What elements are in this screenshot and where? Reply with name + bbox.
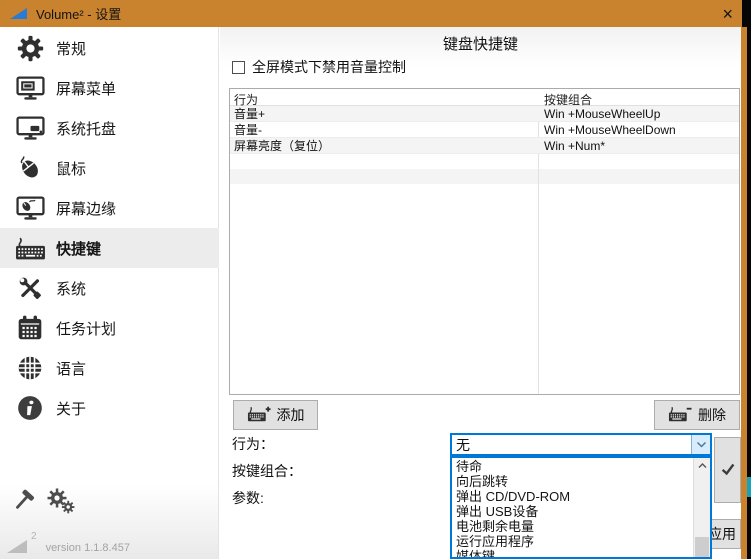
parameter-label: 参数: [232, 488, 264, 508]
table-row[interactable]: 音量+ Win +MouseWheelUp [230, 106, 739, 122]
checkbox-box[interactable] [232, 61, 245, 74]
sidebar-item-hotkeys[interactable]: 快捷键 [0, 228, 219, 268]
sidebar-item-label: 常规 [56, 38, 86, 59]
calendar-icon [13, 314, 47, 342]
sidebar-item-about[interactable]: 关于 [0, 388, 219, 428]
chevron-down-icon[interactable] [691, 435, 710, 454]
screen-menu-icon [13, 75, 47, 102]
table-row[interactable]: 音量- Win +MouseWheelDown [230, 122, 739, 138]
page-title: 键盘快捷键 [220, 33, 741, 54]
screen-edge-icon [13, 195, 47, 222]
action-combobox[interactable]: 无 [450, 433, 712, 456]
fullscreen-disable-checkbox[interactable]: 全屏模式下禁用音量控制 [232, 57, 406, 77]
gear-icon [13, 34, 47, 63]
sidebar-item-label: 快捷键 [56, 238, 101, 259]
version-text: version 1.1.8.457 [46, 542, 130, 554]
delete-button-label: 删除 [698, 405, 726, 425]
add-hotkey-button[interactable]: 添加 [233, 400, 318, 430]
sidebar-item-label: 屏幕菜单 [56, 78, 116, 99]
system-tray-icon [13, 115, 47, 142]
table-row[interactable]: 屏幕亮度（复位） Win +Num* [230, 138, 739, 154]
volume-logo-icon [7, 540, 27, 553]
keyboard-plus-icon [247, 406, 271, 425]
hotkeys-table[interactable]: 行为 按键组合 音量+ Win +MouseWheelUp 音量- Win +M… [229, 88, 740, 395]
close-icon[interactable]: × [722, 5, 733, 23]
sidebar-item-label: 鼠标 [56, 158, 86, 179]
sidebar-item-label: 系统托盘 [56, 118, 116, 139]
key-combo-label: 按键组合： [232, 461, 302, 481]
gears-icon[interactable] [46, 487, 76, 520]
sidebar-item-screen-menu[interactable]: 屏幕菜单 [0, 68, 219, 108]
combobox-value: 无 [452, 435, 691, 454]
sidebar-item-label: 屏幕边缘 [56, 198, 116, 219]
table-header: 行为 按键组合 [230, 89, 739, 106]
sidebar-tools [10, 487, 76, 520]
sidebar-footer: 2 version 1.1.8.457 [7, 540, 130, 553]
sidebar-item-label: 语言 [56, 358, 86, 379]
info-icon [13, 394, 47, 422]
keyboard-minus-icon [668, 406, 692, 425]
action-label: 行为： [232, 434, 274, 454]
checkbox-label: 全屏模式下禁用音量控制 [252, 57, 406, 77]
dropdown-scrollbar[interactable] [693, 458, 710, 557]
logo-exponent: 2 [31, 531, 37, 542]
sidebar-item-system[interactable]: 系统 [0, 268, 219, 308]
hotkeys-panel: 键盘快捷键 全屏模式下禁用音量控制 行为 按键组合 音量+ Win +Mouse… [220, 27, 741, 559]
settings-window: Volume² - 设置 × 常规 屏幕菜单 系统托盘 [0, 0, 747, 559]
action-dropdown-list[interactable]: 待命 向后跳转 弹出 CD/DVD-ROM 弹出 USB设备 电池剩余电量 运行… [450, 456, 712, 559]
checkmark-icon [719, 460, 737, 481]
window-title: Volume² - 设置 [36, 4, 121, 23]
sidebar-item-label: 系统 [56, 278, 86, 299]
sidebar-item-language[interactable]: 语言 [0, 348, 219, 388]
titlebar: Volume² - 设置 × [0, 0, 742, 27]
sidebar-item-mouse[interactable]: 鼠标 [0, 148, 219, 188]
sidebar-item-label: 任务计划 [56, 318, 116, 339]
add-button-label: 添加 [277, 405, 305, 425]
scroll-up-icon[interactable] [694, 458, 710, 473]
delete-hotkey-button[interactable]: 删除 [654, 400, 740, 430]
sidebar-item-system-tray[interactable]: 系统托盘 [0, 108, 219, 148]
sidebar-item-label: 关于 [56, 398, 86, 419]
scrollbar-thumb[interactable] [695, 537, 709, 559]
hammer-icon[interactable] [10, 488, 36, 519]
dropdown-option[interactable]: 媒体键 [452, 548, 710, 559]
empty-row [230, 169, 739, 184]
sidebar: 常规 屏幕菜单 系统托盘 鼠标 [0, 27, 219, 559]
keyboard-icon [13, 236, 47, 260]
apply-button-label: 应用 [708, 524, 736, 544]
mouse-icon [13, 155, 47, 181]
sidebar-item-task-schedule[interactable]: 任务计划 [0, 308, 219, 348]
empty-row [230, 154, 739, 169]
background-corner [742, 0, 751, 27]
sidebar-item-general[interactable]: 常规 [0, 28, 219, 68]
edge-teal-mark [747, 477, 751, 497]
column-header-action[interactable]: 行为 [230, 89, 538, 105]
confirm-hotkey-button[interactable] [714, 437, 741, 503]
volume-app-icon [10, 8, 27, 19]
tools-icon [13, 274, 47, 302]
column-header-keys[interactable]: 按键组合 [538, 89, 592, 105]
globe-icon [13, 354, 47, 382]
sidebar-item-screen-edge[interactable]: 屏幕边缘 [0, 188, 219, 228]
screen: Volume² - 设置 × 常规 屏幕菜单 系统托盘 [0, 0, 751, 559]
